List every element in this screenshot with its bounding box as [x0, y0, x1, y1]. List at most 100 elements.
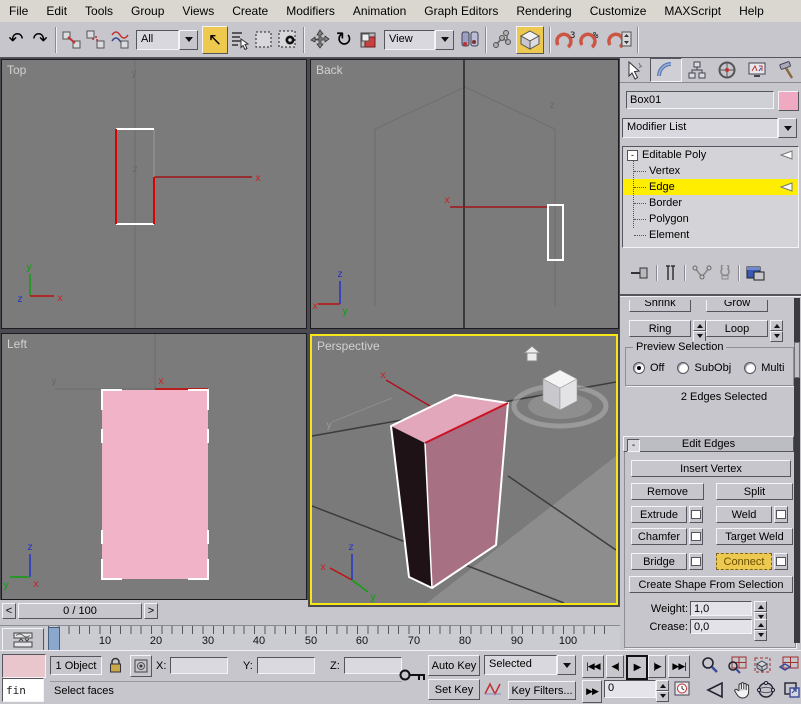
viewport-perspective-label[interactable]: Perspective [317, 339, 380, 353]
viewport-perspective[interactable]: y x [310, 334, 618, 605]
zoom-extents-icon[interactable] [752, 654, 774, 675]
unlink-icon[interactable] [84, 27, 108, 53]
bind-spacewarp-icon[interactable] [108, 27, 132, 53]
menu-rendering[interactable]: Rendering [507, 1, 580, 21]
play-button[interactable]: ▶ [626, 655, 648, 680]
shrink-button-clipped[interactable]: Shrink [629, 300, 691, 313]
panel-scrollbar-thumb[interactable] [794, 342, 800, 378]
stack-item-vertex[interactable]: Vertex [623, 163, 798, 179]
weight-spinner[interactable] [754, 601, 767, 616]
menu-file[interactable]: File [0, 1, 37, 21]
weld-settings-button[interactable] [774, 506, 788, 523]
extrude-settings-button[interactable] [689, 506, 703, 523]
loop-button[interactable]: Loop [706, 320, 768, 337]
edit-edges-header[interactable]: - Edit Edges [623, 436, 794, 452]
time-configuration-icon[interactable] [674, 680, 694, 698]
selection-filter-dropdown[interactable]: All [136, 30, 198, 50]
time-slider-next-button[interactable]: > [144, 603, 158, 619]
absolute-offset-toggle-icon[interactable] [130, 655, 152, 677]
menu-create[interactable]: Create [223, 1, 277, 21]
target-weld-button[interactable]: Target Weld [716, 528, 793, 545]
selected-filter-dropdown[interactable]: Selected [484, 655, 576, 675]
panel-scrollbar-track[interactable] [794, 298, 800, 643]
keyboard-shortcut-override-icon[interactable] [398, 665, 428, 688]
go-to-end-button[interactable]: ▶▶| [668, 655, 690, 678]
use-pivot-center-icon[interactable] [458, 27, 482, 53]
select-by-name-icon[interactable] [228, 27, 252, 53]
tab-utilities[interactable] [772, 58, 801, 82]
menu-group[interactable]: Group [122, 1, 173, 21]
menu-tools[interactable]: Tools [76, 1, 122, 21]
crease-field[interactable]: 0,0 [690, 619, 752, 634]
box-left-face[interactable] [102, 390, 208, 579]
chamfer-settings-button[interactable] [689, 528, 703, 545]
tab-motion[interactable] [712, 58, 742, 82]
menu-customize[interactable]: Customize [581, 1, 656, 21]
select-link-icon[interactable] [60, 27, 84, 53]
collapse-minus-icon[interactable]: - [627, 150, 638, 161]
radio-multi[interactable] [744, 362, 756, 374]
viewport-left[interactable]: y x z y x Left [1, 333, 307, 600]
tab-create[interactable] [620, 58, 650, 82]
time-slider[interactable]: 0 / 100 [18, 603, 142, 619]
show-end-result-icon[interactable] [664, 265, 678, 281]
snaps-toggle-button[interactable] [516, 26, 544, 54]
select-manipulate-icon[interactable] [490, 27, 514, 53]
pin-stack-icon[interactable] [630, 265, 650, 281]
connect-button-active[interactable]: Connect [716, 553, 772, 570]
radio-off[interactable] [633, 362, 645, 374]
stack-item-element[interactable]: Element [623, 227, 798, 243]
field-of-view-icon[interactable] [705, 679, 727, 700]
stack-item-editable-poly[interactable]: - Editable Poly [623, 147, 798, 163]
dropdown-arrow-icon[interactable] [179, 30, 198, 50]
default-in-out-tangents-icon[interactable] [484, 681, 504, 699]
menu-animation[interactable]: Animation [344, 1, 415, 21]
z-coordinate-field[interactable] [344, 657, 402, 674]
modifier-list-dropdown[interactable]: Modifier List [622, 118, 797, 138]
track-slider-thumb[interactable] [48, 627, 60, 651]
stack-item-border[interactable]: Border [623, 195, 798, 211]
move-icon[interactable] [308, 27, 332, 53]
bridge-settings-button[interactable] [689, 553, 703, 570]
dropdown-arrow-icon[interactable] [435, 30, 454, 50]
set-key-button[interactable]: Set Key [428, 679, 480, 700]
key-mode-toggle-button[interactable]: ▶▶ [582, 680, 602, 703]
reference-coordinate-dropdown[interactable]: View [384, 30, 454, 50]
viewport-top-label[interactable]: Top [7, 63, 26, 77]
weld-button[interactable]: Weld [716, 506, 772, 523]
connect-settings-button[interactable] [774, 553, 788, 570]
viewport-left-label[interactable]: Left [7, 337, 27, 351]
rectangular-selection-icon[interactable] [252, 27, 276, 53]
zoom-all-icon[interactable] [726, 654, 748, 675]
rotate-icon[interactable]: ↻ [332, 27, 356, 53]
chamfer-button[interactable]: Chamfer [631, 528, 687, 545]
dropdown-arrow-icon[interactable] [778, 118, 797, 138]
viewport-top[interactable]: y z x y x z Top [1, 59, 307, 329]
angle-snap-icon[interactable]: 3 [554, 27, 578, 53]
frame-spinner[interactable] [656, 680, 669, 698]
viewport-back-label[interactable]: Back [316, 63, 343, 77]
radio-subobj[interactable] [677, 362, 689, 374]
insert-vertex-button[interactable]: Insert Vertex [631, 460, 791, 477]
track-ruler[interactable]: 0 10 20 30 40 50 60 70 80 90 100 [45, 626, 620, 651]
key-filters-button[interactable]: Key Filters... [508, 681, 576, 700]
rollout-collapse-icon[interactable]: - [627, 439, 640, 452]
weight-field[interactable]: 1,0 [690, 601, 752, 616]
x-coordinate-field[interactable] [170, 657, 228, 674]
ring-spinner[interactable] [693, 320, 706, 337]
menu-edit[interactable]: Edit [37, 1, 76, 21]
spinner-snap-icon[interactable] [606, 27, 634, 53]
auto-key-button[interactable]: Auto Key [428, 655, 480, 676]
home-icon[interactable] [524, 346, 540, 361]
undo-icon[interactable]: ↶ [4, 27, 28, 53]
maxscript-mini-listener[interactable]: fin [2, 678, 44, 702]
make-unique-icon[interactable] [692, 265, 712, 281]
grow-button-clipped[interactable]: Grow [706, 300, 768, 313]
create-shape-button[interactable]: Create Shape From Selection [629, 576, 793, 593]
menu-maxscript[interactable]: MAXScript [655, 1, 730, 21]
redo-icon[interactable]: ↷ [28, 27, 52, 53]
window-crossing-icon[interactable] [276, 27, 300, 53]
stack-item-polygon[interactable]: Polygon [623, 211, 798, 227]
menu-views[interactable]: Views [173, 1, 223, 21]
menu-graph-editors[interactable]: Graph Editors [415, 1, 507, 21]
